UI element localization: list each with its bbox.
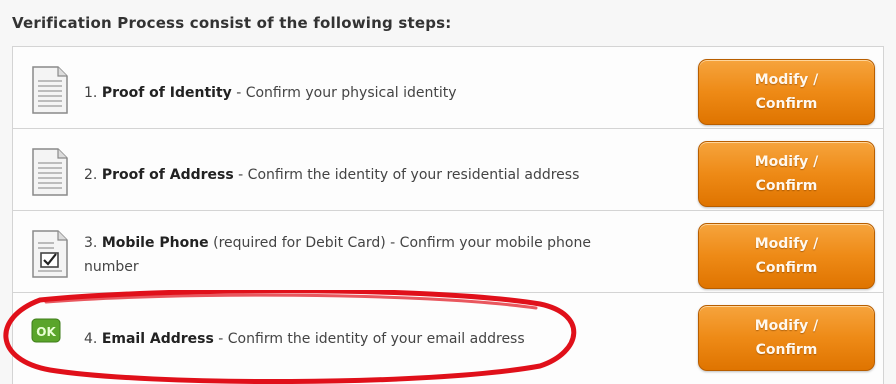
button-line-2: Confirm <box>755 178 818 194</box>
step-number: 4. <box>84 331 98 347</box>
button-line-1: Modify / <box>754 236 819 252</box>
button-line-2: Confirm <box>755 260 818 276</box>
step-number: 3. <box>84 235 98 251</box>
modify-confirm-button-address[interactable]: Modify / Confirm <box>698 141 875 207</box>
page-title: Verification Process consist of the foll… <box>12 14 452 32</box>
button-line-1: Modify / <box>754 154 819 170</box>
step-separator: - <box>233 167 248 183</box>
ok-icon-text: OK <box>36 325 56 339</box>
step-row-address: 2. Proof of Address - Confirm the identi… <box>13 129 883 211</box>
step-number: 2. <box>84 167 98 183</box>
step-description: Confirm your physical identity <box>245 85 457 101</box>
step-row-email-address: OK 4. Email Address - Confirm the identi… <box>13 293 883 375</box>
step-label: Email Address <box>101 331 214 347</box>
document-icon <box>32 148 68 196</box>
button-line-2: Confirm <box>755 342 818 358</box>
document-checkbox-icon <box>32 230 68 278</box>
button-line-1: Modify / <box>754 318 819 334</box>
verification-steps-list: 1. Proof of Identity - Confirm your phys… <box>12 46 884 384</box>
step-separator: (required for Debit Card) - <box>208 235 400 251</box>
modify-confirm-button-mobile-phone[interactable]: Modify / Confirm <box>698 223 875 289</box>
step-row-mobile-phone: 3. Mobile Phone (required for Debit Card… <box>13 211 883 293</box>
step-text: 3. Mobile Phone (required for Debit Card… <box>84 231 644 279</box>
ok-icon: OK <box>31 318 61 343</box>
step-label: Proof of Address <box>101 167 234 183</box>
document-icon <box>32 66 68 114</box>
step-text: 4. Email Address - Confirm the identity … <box>84 327 644 351</box>
step-separator: - <box>231 85 246 101</box>
button-line-2: Confirm <box>755 96 818 112</box>
step-label: Mobile Phone <box>101 235 209 251</box>
modify-confirm-button-identity[interactable]: Modify / Confirm <box>698 59 875 125</box>
step-row-identity: 1. Proof of Identity - Confirm your phys… <box>13 47 883 129</box>
step-description: Confirm the identity of your email addre… <box>227 331 525 347</box>
button-line-1: Modify / <box>754 72 819 88</box>
step-number: 1. <box>84 85 98 101</box>
step-text: 1. Proof of Identity - Confirm your phys… <box>84 81 644 105</box>
step-text: 2. Proof of Address - Confirm the identi… <box>84 163 644 187</box>
step-separator: - <box>213 331 228 347</box>
step-description: Confirm the identity of your residential… <box>247 167 580 183</box>
modify-confirm-button-email-address[interactable]: Modify / Confirm <box>698 305 875 371</box>
step-label: Proof of Identity <box>101 85 232 101</box>
